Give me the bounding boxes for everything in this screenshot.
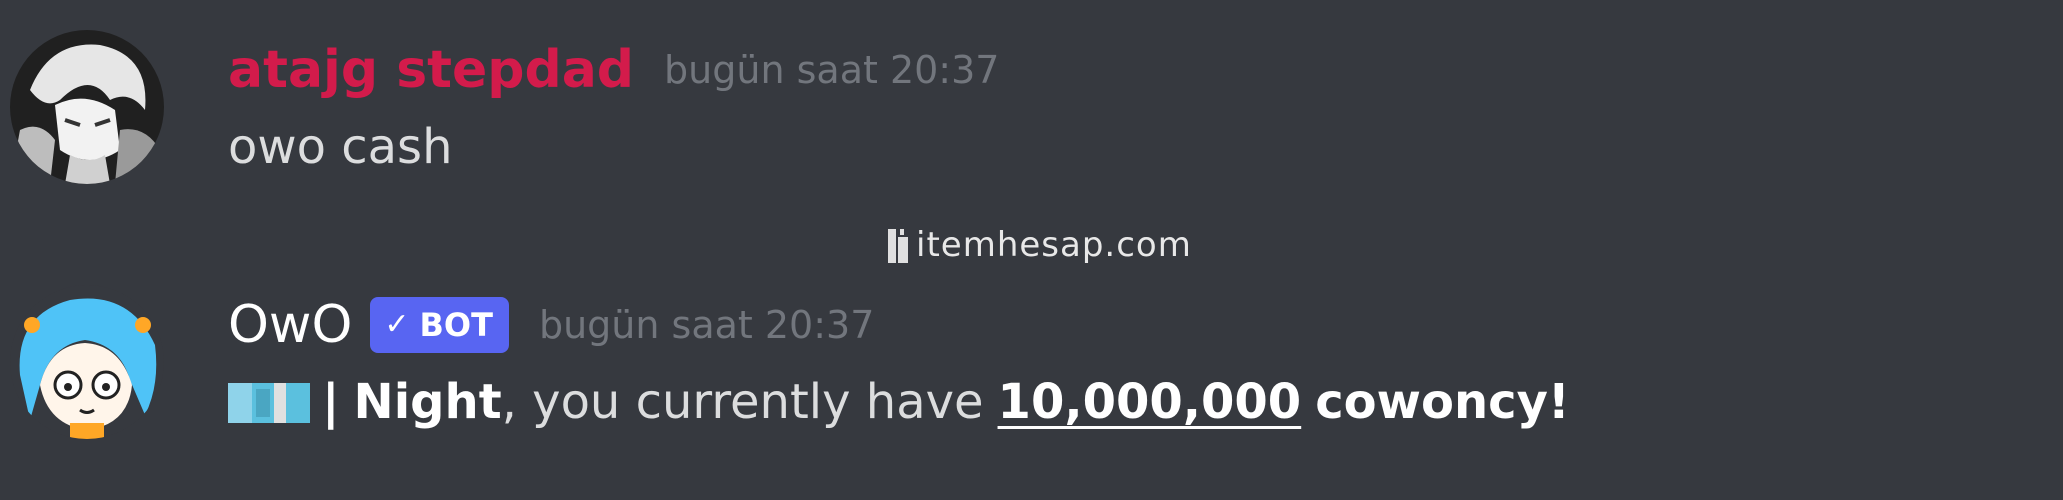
separator: | bbox=[322, 374, 340, 430]
username[interactable]: atajg stepdad bbox=[228, 44, 634, 96]
message-content: | Night , you currently have 10,000,000 … bbox=[228, 374, 1570, 430]
bot-badge: ✓ BOT bbox=[370, 297, 509, 353]
message-header: atajg stepdad bugün saat 20:37 bbox=[228, 30, 999, 110]
bot-avatar[interactable] bbox=[10, 285, 164, 439]
message-text: , you currently have bbox=[501, 374, 984, 430]
chat-area: atajg stepdad bugün saat 20:37 owo cash … bbox=[0, 0, 2063, 500]
cowoncy-amount: 10,000,000 bbox=[997, 374, 1302, 430]
watermark: itemhesap.com bbox=[886, 225, 1192, 265]
message-text: owo cash bbox=[228, 119, 453, 175]
currency-label: cowoncy! bbox=[1315, 374, 1570, 430]
chat-message: OwO ✓ BOT bugün saat 20:37 | Night , you… bbox=[0, 285, 2063, 455]
watermark-logo-icon bbox=[888, 229, 908, 263]
mentioned-name: Night bbox=[353, 374, 502, 430]
message-header: OwO ✓ BOT bugün saat 20:37 bbox=[228, 285, 874, 365]
cowoncy-icon bbox=[228, 379, 310, 427]
verified-check-icon: ✓ bbox=[384, 307, 410, 342]
timestamp: bugün saat 20:37 bbox=[664, 48, 1000, 92]
timestamp: bugün saat 20:37 bbox=[538, 303, 875, 347]
bot-badge-label: BOT bbox=[419, 306, 493, 344]
chat-message: atajg stepdad bugün saat 20:37 owo cash bbox=[0, 30, 2063, 200]
message-content: owo cash bbox=[228, 119, 453, 175]
user-avatar[interactable] bbox=[10, 30, 164, 184]
watermark-text: itemhesap.com bbox=[916, 225, 1192, 265]
username[interactable]: OwO bbox=[228, 299, 352, 351]
